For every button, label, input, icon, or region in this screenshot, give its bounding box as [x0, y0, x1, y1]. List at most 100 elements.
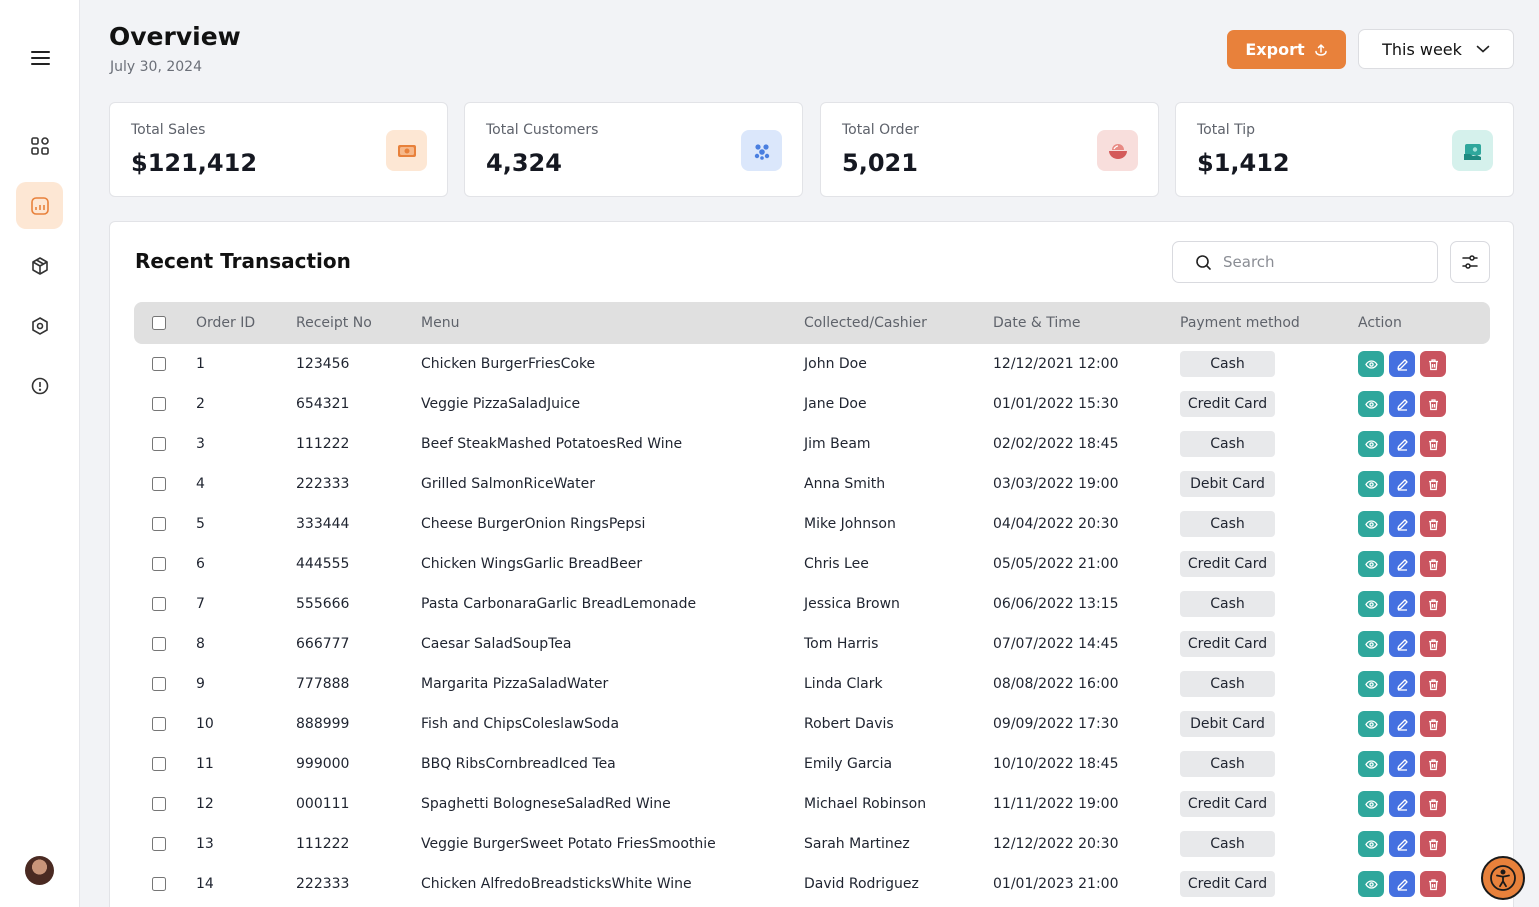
table-row[interactable]: 10 888999 Fish and ChipsColeslawSoda Robert…	[134, 704, 1490, 744]
delete-button[interactable]	[1420, 791, 1446, 817]
view-button[interactable]	[1358, 791, 1384, 817]
row-checkbox[interactable]	[152, 397, 166, 411]
view-button[interactable]	[1358, 871, 1384, 897]
row-checkbox[interactable]	[152, 637, 166, 651]
accessibility-button[interactable]	[1481, 856, 1525, 900]
date-time: 05/05/2022 21:00	[993, 556, 1119, 572]
delete-button[interactable]	[1420, 671, 1446, 697]
sidebar-item-package[interactable]	[16, 242, 63, 289]
table-row[interactable]: 1 123456 Chicken BurgerFriesCoke John Doe 12…	[134, 344, 1490, 384]
search-box[interactable]	[1172, 241, 1438, 283]
edit-button[interactable]	[1389, 431, 1415, 457]
sidebar-item-settings[interactable]	[16, 302, 63, 349]
delete-button[interactable]	[1420, 591, 1446, 617]
edit-button[interactable]	[1389, 791, 1415, 817]
edit-button[interactable]	[1389, 831, 1415, 857]
column-header[interactable]: Menu	[421, 302, 804, 344]
delete-button[interactable]	[1420, 631, 1446, 657]
date-time: 01/01/2023 21:00	[993, 876, 1119, 892]
select-all-checkbox[interactable]	[152, 316, 166, 330]
delete-button[interactable]	[1420, 711, 1446, 737]
row-checkbox[interactable]	[152, 837, 166, 851]
delete-button[interactable]	[1420, 511, 1446, 537]
edit-button[interactable]	[1389, 871, 1415, 897]
column-header[interactable]: Collected/Cashier	[804, 302, 993, 344]
table-row[interactable]: 2 654321 Veggie PizzaSaladJuice Jane Doe 01/…	[134, 384, 1490, 424]
delete-button[interactable]	[1420, 871, 1446, 897]
table-row[interactable]: 14 222333 Chicken AlfredoBreadsticksWhite …	[134, 864, 1490, 904]
view-button[interactable]	[1358, 391, 1384, 417]
delete-button[interactable]	[1420, 831, 1446, 857]
trash-icon	[1427, 678, 1440, 691]
table-row[interactable]: 6 444555 Chicken WingsGarlic BreadBeer Chri…	[134, 544, 1490, 584]
edit-button[interactable]	[1389, 391, 1415, 417]
edit-button[interactable]	[1389, 591, 1415, 617]
row-checkbox[interactable]	[152, 797, 166, 811]
row-checkbox[interactable]	[152, 757, 166, 771]
row-checkbox[interactable]	[152, 517, 166, 531]
eye-icon	[1364, 478, 1378, 491]
view-button[interactable]	[1358, 551, 1384, 577]
delete-button[interactable]	[1420, 391, 1446, 417]
table-row[interactable]: 12 000111 Spaghetti BologneseSaladRed Wine…	[134, 784, 1490, 824]
payment-cell: Cash	[1180, 504, 1358, 544]
stat-card-total-sales: Total Sales $121,412	[109, 102, 448, 197]
edit-button[interactable]	[1389, 631, 1415, 657]
period-select[interactable]: This week	[1358, 29, 1514, 69]
row-checkbox[interactable]	[152, 357, 166, 371]
table-row[interactable]: 8 666777 Caesar SaladSoupTea Tom Harris 07/0…	[134, 624, 1490, 664]
edit-button[interactable]	[1389, 511, 1415, 537]
table-row[interactable]: 7 555666 Pasta CarbonaraGarlic BreadLemona…	[134, 584, 1490, 624]
view-button[interactable]	[1358, 471, 1384, 497]
edit-button[interactable]	[1389, 471, 1415, 497]
delete-button[interactable]	[1420, 751, 1446, 777]
row-checkbox[interactable]	[152, 597, 166, 611]
sidebar-item-info[interactable]	[16, 362, 63, 409]
sidebar-item-report[interactable]	[16, 182, 63, 229]
filter-button[interactable]	[1450, 241, 1490, 283]
order-id: 11	[196, 756, 214, 772]
view-button[interactable]	[1358, 751, 1384, 777]
edit-button[interactable]	[1389, 671, 1415, 697]
delete-button[interactable]	[1420, 431, 1446, 457]
export-button[interactable]: Export	[1227, 30, 1346, 69]
column-header[interactable]: Payment method	[1180, 302, 1358, 344]
search-input[interactable]	[1223, 253, 1413, 271]
table-row[interactable]: 9 777888 Margarita PizzaSaladWater Linda Cl…	[134, 664, 1490, 704]
table-row[interactable]: 5 333444 Cheese BurgerOnion RingsPepsi Mike…	[134, 504, 1490, 544]
view-button[interactable]	[1358, 351, 1384, 377]
edit-button[interactable]	[1389, 351, 1415, 377]
delete-button[interactable]	[1420, 551, 1446, 577]
menu-icon[interactable]	[31, 50, 51, 66]
table-row[interactable]: 3 111222 Beef SteakMashed PotatoesRed Wine…	[134, 424, 1490, 464]
export-label: Export	[1245, 40, 1305, 59]
row-checkbox[interactable]	[152, 717, 166, 731]
table-row[interactable]: 11 999000 BBQ RibsCornbreadIced Tea Emily G…	[134, 744, 1490, 784]
view-button[interactable]	[1358, 831, 1384, 857]
table-row[interactable]: 13 111222 Veggie BurgerSweet Potato FriesS…	[134, 824, 1490, 864]
view-button[interactable]	[1358, 431, 1384, 457]
view-button[interactable]	[1358, 511, 1384, 537]
edit-button[interactable]	[1389, 751, 1415, 777]
table-row[interactable]: 4 222333 Grilled SalmonRiceWater Anna Smith…	[134, 464, 1490, 504]
edit-button[interactable]	[1389, 551, 1415, 577]
trash-icon	[1427, 478, 1440, 491]
view-button[interactable]	[1358, 711, 1384, 737]
delete-button[interactable]	[1420, 471, 1446, 497]
row-checkbox[interactable]	[152, 677, 166, 691]
row-checkbox[interactable]	[152, 437, 166, 451]
menu-items: Chicken WingsGarlic BreadBeer	[421, 556, 643, 572]
column-header[interactable]: Date & Time	[993, 302, 1180, 344]
column-header[interactable]: Order ID	[196, 302, 296, 344]
view-button[interactable]	[1358, 591, 1384, 617]
view-button[interactable]	[1358, 671, 1384, 697]
row-checkbox[interactable]	[152, 477, 166, 491]
row-checkbox[interactable]	[152, 877, 166, 891]
column-header[interactable]: Receipt No	[296, 302, 421, 344]
edit-button[interactable]	[1389, 711, 1415, 737]
view-button[interactable]	[1358, 631, 1384, 657]
delete-button[interactable]	[1420, 351, 1446, 377]
sidebar-item-dashboard[interactable]	[16, 122, 63, 169]
avatar[interactable]	[25, 856, 54, 885]
row-checkbox[interactable]	[152, 557, 166, 571]
